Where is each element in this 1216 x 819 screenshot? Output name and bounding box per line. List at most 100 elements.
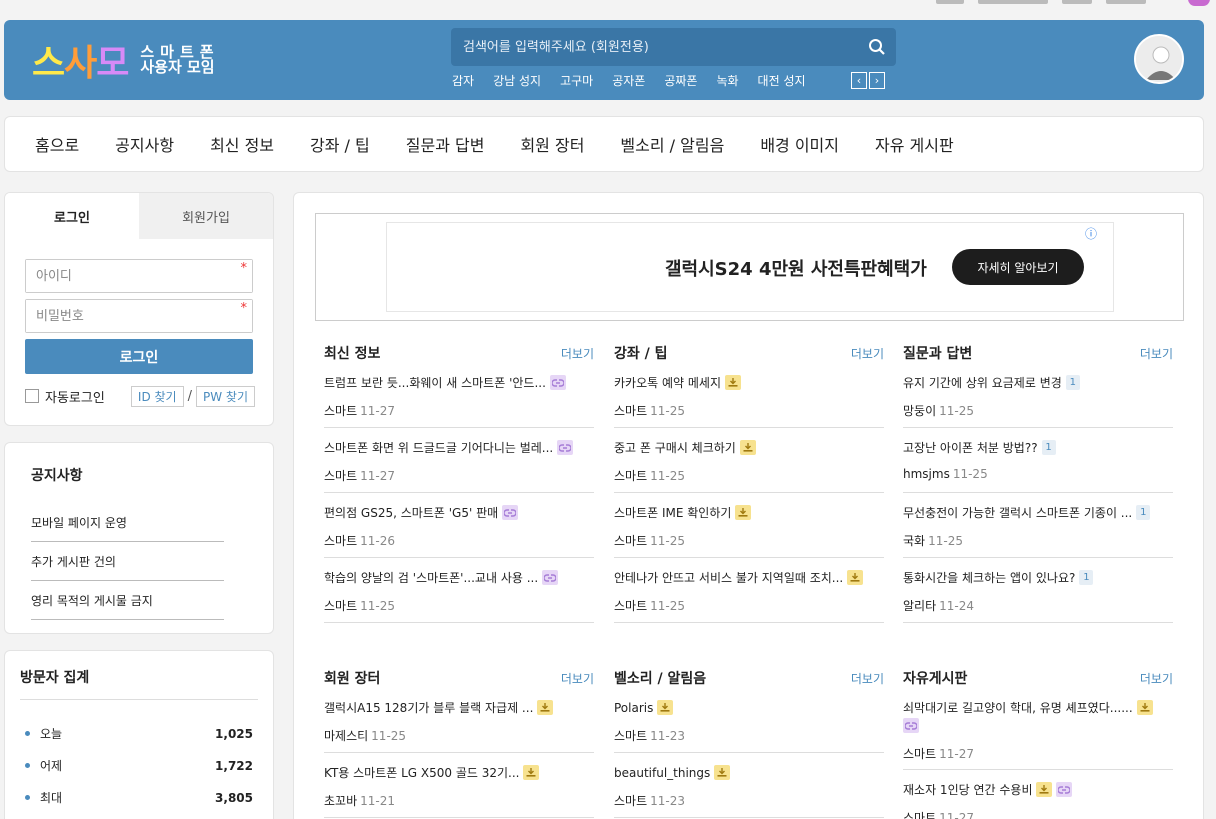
post-title[interactable]: Polaris [614, 701, 653, 715]
login-button[interactable]: 로그인 [25, 339, 253, 374]
post-title[interactable]: beautiful_things [614, 766, 710, 780]
post-author[interactable]: 스마트 [614, 534, 647, 548]
post-title[interactable]: 스마트폰 화면 위 드글드글 기어다니는 벌레... [324, 439, 553, 456]
popular-tag[interactable]: 대전 성지 [758, 72, 806, 89]
post-title[interactable]: 유지 기간에 상위 요금제로 변경 [903, 374, 1062, 391]
post-title[interactable]: 카카오톡 예약 메세지 [614, 374, 721, 391]
list-item[interactable]: KT용 스마트폰 LG X500 골드 32기... 초꼬바 11-21 [324, 753, 594, 818]
nav-wallpapers[interactable]: 배경 이미지 [760, 132, 839, 156]
more-link[interactable]: 더보기 [851, 345, 884, 362]
list-item[interactable]: 안테나가 안뜨고 서비스 불가 지역일때 조치... 스마트 11-25 [614, 558, 884, 623]
board-title[interactable]: 최신 정보 [324, 343, 380, 363]
post-title[interactable]: 재소자 1인당 연간 수용비 [903, 781, 1032, 798]
post-author[interactable]: 스마트 [614, 794, 647, 808]
popular-tag[interactable]: 공자폰 [612, 72, 645, 89]
post-title[interactable]: 통화시간을 체크하는 앱이 있나요? [903, 569, 1075, 586]
post-title[interactable]: 쇠막대기로 길고양이 학대, 유명 셰프였다...... [903, 699, 1133, 716]
list-item[interactable]: 통화시간을 체크하는 앱이 있나요? 1 알리타 11-24 [903, 558, 1173, 623]
list-item[interactable]: 편의점 GS25, 스마트폰 'G5' 판매 스마트 11-26 [324, 493, 594, 558]
notice-item[interactable]: 추가 게시판 건의 [31, 542, 224, 581]
post-title[interactable]: 스마트폰 IME 확인하기 [614, 504, 731, 521]
avatar[interactable] [1134, 34, 1184, 84]
find-pw-button[interactable]: PW 찾기 [196, 385, 255, 407]
post-author[interactable]: 스마트 [903, 747, 936, 761]
post-author[interactable]: 스마트 [614, 729, 647, 743]
board-title[interactable]: 회원 장터 [324, 668, 380, 688]
post-title[interactable]: 안테나가 안뜨고 서비스 불가 지역일때 조치... [614, 569, 843, 586]
list-item[interactable]: 갤럭시A15 128기가 블루 블랙 자급제 ... 마제스티 11-25 [324, 688, 594, 753]
list-item[interactable]: beautiful_things 스마트 11-23 [614, 753, 884, 818]
list-item[interactable]: 무선충전이 가능한 갤럭시 스마트폰 기종이 ... 1 국화 11-25 [903, 493, 1173, 558]
post-title[interactable]: 편의점 GS25, 스마트폰 'G5' 판매 [324, 504, 498, 521]
nav-home[interactable]: 홈으로 [35, 132, 79, 156]
nav-ringtones[interactable]: 벨소리 / 알림음 [620, 132, 724, 156]
nav-free-board[interactable]: 자유 게시판 [875, 132, 954, 156]
board-title[interactable]: 벨소리 / 알림음 [614, 668, 706, 688]
popular-tag[interactable]: 녹화 [716, 72, 738, 89]
notice-item[interactable]: 모바일 페이지 운영 [31, 503, 224, 542]
list-item[interactable]: 유지 기간에 상위 요금제로 변경 1 망둥이 11-25 [903, 363, 1173, 428]
more-link[interactable]: 더보기 [561, 345, 594, 362]
post-title[interactable]: 갤럭시A15 128기가 블루 블랙 자급제 ... [324, 699, 533, 716]
auto-login-label[interactable]: 자동로그인 [45, 387, 105, 406]
search-button[interactable] [858, 28, 896, 66]
board-title[interactable]: 자유게시판 [903, 668, 967, 688]
site-logo[interactable]: 스사모 스마트폰 사용자 모임 [32, 38, 220, 84]
tab-join[interactable]: 회원가입 [139, 193, 273, 239]
list-item[interactable]: 쇠막대기로 길고양이 학대, 유명 셰프였다...... 스마트 11-27 [903, 688, 1173, 770]
post-author[interactable]: 마제스티 [324, 729, 368, 743]
list-item[interactable]: 재소자 1인당 연간 수용비 스마트 11-27 [903, 770, 1173, 819]
popular-tag[interactable]: 고구마 [560, 72, 593, 89]
post-author[interactable]: 스마트 [614, 404, 647, 418]
more-link[interactable]: 더보기 [1140, 670, 1173, 687]
post-author[interactable]: 스마트 [324, 534, 357, 548]
post-author[interactable]: 스마트 [614, 599, 647, 613]
list-item[interactable]: Polaris 스마트 11-23 [614, 688, 884, 753]
board-title[interactable]: 강좌 / 팁 [614, 343, 668, 363]
ad-banner[interactable]: 갤럭시S24 4만원 사전특판혜택가 자세히 알아보기 ⓘ [315, 213, 1184, 321]
auto-login-checkbox[interactable] [25, 389, 39, 403]
more-link[interactable]: 더보기 [851, 670, 884, 687]
search-input[interactable] [451, 28, 858, 66]
find-id-button[interactable]: ID 찾기 [130, 385, 184, 407]
nav-qna[interactable]: 질문과 답변 [406, 132, 485, 156]
nav-tips[interactable]: 강좌 / 팁 [310, 132, 370, 156]
post-author[interactable]: hmsjms [903, 467, 950, 481]
list-item[interactable]: 스마트폰 IME 확인하기 스마트 11-25 [614, 493, 884, 558]
list-item[interactable]: 스마트폰 화면 위 드글드글 기어다니는 벌레... 스마트 11-27 [324, 428, 594, 493]
post-author[interactable]: 스마트 [903, 811, 936, 819]
list-item[interactable]: 고장난 아이폰 처분 방법?? 1 hmsjms 11-25 [903, 428, 1173, 493]
post-author[interactable]: 스마트 [324, 404, 357, 418]
nav-latest-info[interactable]: 최신 정보 [210, 132, 274, 156]
password-input[interactable] [26, 300, 252, 332]
board-title[interactable]: 질문과 답변 [903, 343, 972, 363]
post-author[interactable]: 알리타 [903, 599, 936, 613]
ad-cta-button[interactable]: 자세히 알아보기 [952, 249, 1084, 285]
list-item[interactable]: 카카오톡 예약 메세지 스마트 11-25 [614, 363, 884, 428]
chevron-left-icon[interactable]: ‹ [851, 72, 867, 89]
post-title[interactable]: 학습의 양날의 검 '스마트폰'...교내 사용 ... [324, 569, 538, 586]
list-item[interactable]: 트럼프 보란 듯...화웨이 새 스마트폰 '안드... 스마트 11-27 [324, 363, 594, 428]
post-author[interactable]: 망둥이 [903, 404, 936, 418]
notice-item[interactable]: 영리 목적의 게시물 금지 [31, 581, 224, 620]
more-link[interactable]: 더보기 [561, 670, 594, 687]
post-author[interactable]: 스마트 [324, 599, 357, 613]
nav-market[interactable]: 회원 장터 [520, 132, 584, 156]
popular-tag[interactable]: 감자 [452, 72, 474, 89]
post-author[interactable]: 국화 [903, 534, 925, 548]
post-title[interactable]: 중고 폰 구매시 체크하기 [614, 439, 736, 456]
post-title[interactable]: KT용 스마트폰 LG X500 골드 32기... [324, 764, 519, 781]
list-item[interactable]: 학습의 양날의 검 '스마트폰'...교내 사용 ... 스마트 11-25 [324, 558, 594, 623]
list-item[interactable]: 중고 폰 구매시 체크하기 스마트 11-25 [614, 428, 884, 493]
more-link[interactable]: 더보기 [1140, 345, 1173, 362]
info-icon[interactable]: ⓘ [1085, 225, 1097, 242]
nav-notice[interactable]: 공지사항 [115, 132, 174, 156]
post-author[interactable]: 스마트 [324, 469, 357, 483]
popular-tag[interactable]: 공짜폰 [664, 72, 697, 89]
post-title[interactable]: 고장난 아이폰 처분 방법?? [903, 439, 1038, 456]
popular-tag[interactable]: 강남 성지 [493, 72, 541, 89]
id-input[interactable] [26, 260, 252, 292]
post-title[interactable]: 트럼프 보란 듯...화웨이 새 스마트폰 '안드... [324, 374, 546, 391]
post-author[interactable]: 스마트 [614, 469, 647, 483]
post-author[interactable]: 초꼬바 [324, 794, 357, 808]
